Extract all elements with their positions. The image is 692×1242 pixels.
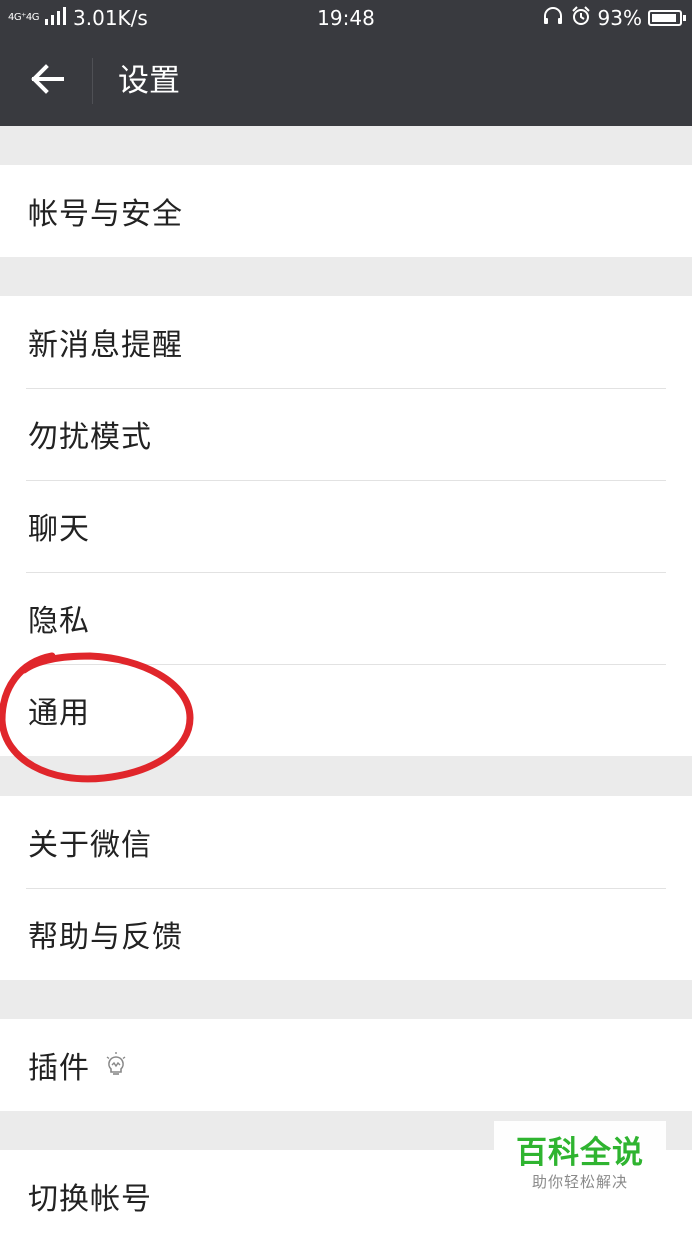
- back-button[interactable]: [20, 60, 74, 102]
- list-item-help-feedback[interactable]: 帮助与反馈: [0, 888, 692, 980]
- list-item-plugins[interactable]: 插件: [0, 1019, 692, 1111]
- item-label: 隐私: [28, 604, 90, 639]
- headset-icon: [542, 5, 564, 31]
- settings-group-account: 帐号与安全: [0, 165, 692, 257]
- item-label: 帮助与反馈: [28, 920, 183, 955]
- item-label: 新消息提醒: [28, 328, 183, 363]
- status-bar: 4G⁺4G 3.01K/s 19:48 93%: [0, 0, 692, 36]
- list-item-chat[interactable]: 聊天: [0, 480, 692, 572]
- settings-group-preferences: 新消息提醒 勿扰模式 聊天 隐私 通用: [0, 296, 692, 756]
- settings-group-plugins: 插件: [0, 1019, 692, 1111]
- battery-icon: [648, 10, 686, 26]
- battery-fill: [652, 14, 676, 22]
- item-label: 聊天: [28, 512, 90, 547]
- toolbar: 设置: [0, 36, 692, 126]
- page-title: 设置: [118, 63, 180, 99]
- lightbulb-icon: [104, 1052, 128, 1078]
- item-label: 帐号与安全: [28, 197, 183, 232]
- item-label: 关于微信: [28, 828, 152, 863]
- list-item-general[interactable]: 通用: [0, 664, 692, 756]
- list-item-account-security[interactable]: 帐号与安全: [0, 165, 692, 257]
- item-label: 通用: [28, 696, 90, 731]
- list-item-about-wechat[interactable]: 关于微信: [0, 796, 692, 888]
- alarm-icon: [570, 5, 592, 31]
- battery-percent: 93%: [597, 6, 642, 30]
- battery-tip: [683, 15, 686, 21]
- toolbar-divider: [92, 58, 93, 104]
- status-right: 93%: [542, 4, 686, 32]
- watermark-title: 百科全说: [516, 1135, 644, 1171]
- list-item-do-not-disturb[interactable]: 勿扰模式: [0, 388, 692, 480]
- item-label: 插件: [28, 1051, 90, 1086]
- settings-group-about: 关于微信 帮助与反馈: [0, 796, 692, 980]
- watermark-subtitle: 助你轻松解决: [531, 1173, 628, 1191]
- arrow-left-icon: [30, 64, 64, 98]
- watermark-logo: 百科全说 助你轻松解决: [494, 1121, 666, 1207]
- list-item-privacy[interactable]: 隐私: [0, 572, 692, 664]
- list-item-new-message-alerts[interactable]: 新消息提醒: [0, 296, 692, 388]
- item-label: 切换帐号: [28, 1182, 152, 1217]
- item-label: 勿扰模式: [28, 420, 152, 455]
